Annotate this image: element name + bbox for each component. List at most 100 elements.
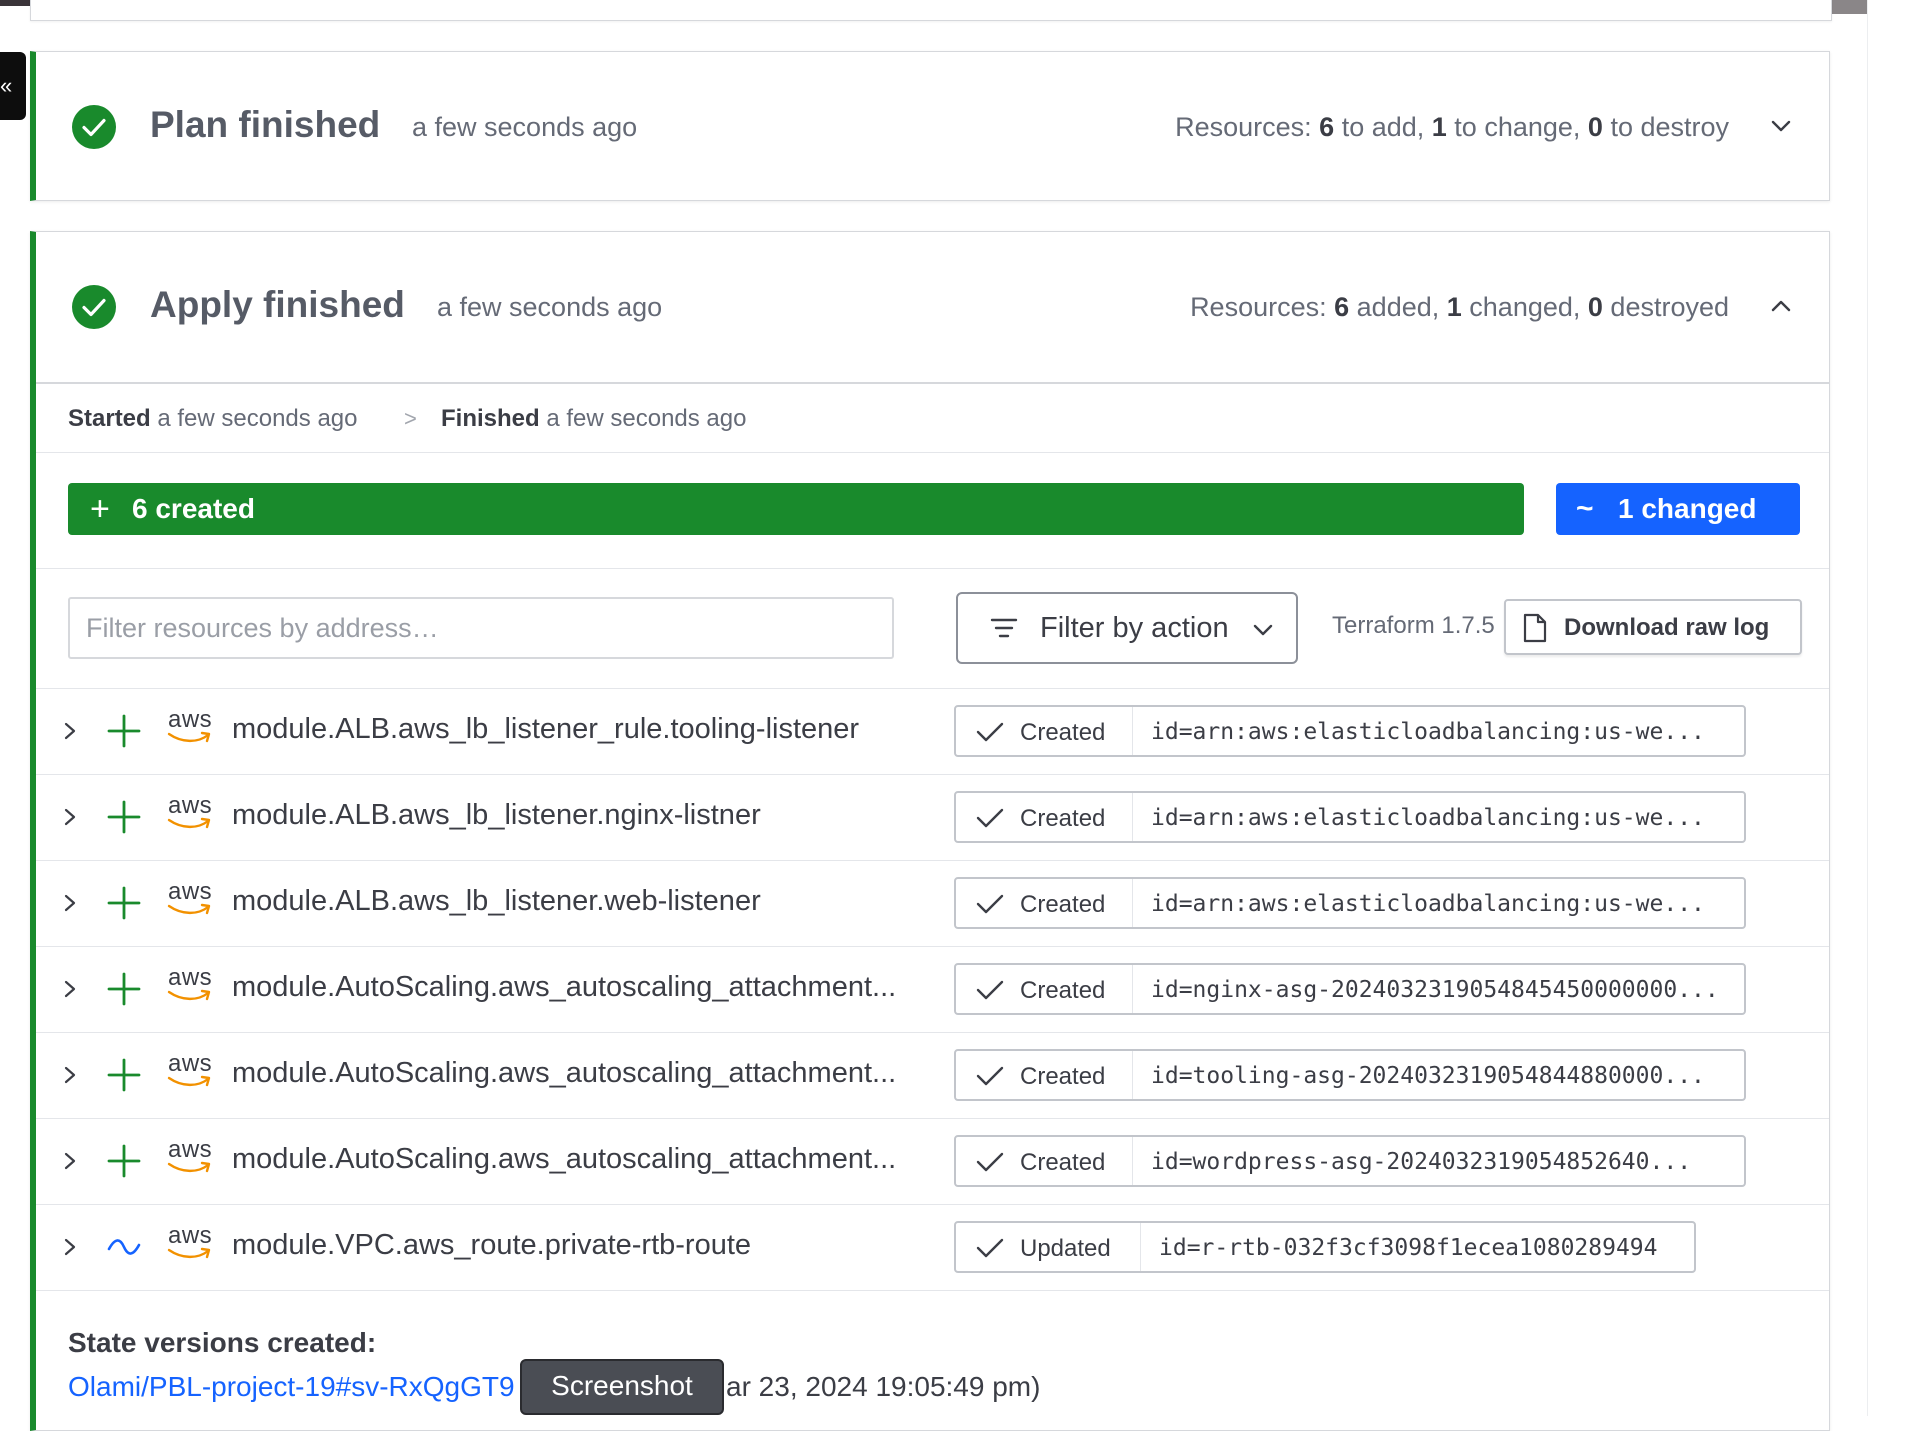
resource-row[interactable]: aws module.VPC.aws_route.private-rtb-rout… [36,1204,1829,1291]
aws-logo-icon: aws [166,792,216,838]
checkmark-icon [976,1152,1004,1172]
chevron-down-icon[interactable] [1769,114,1793,138]
chevron-right-icon[interactable] [60,893,80,913]
resource-status: Created id=arn:aws:elasticloadbalancing:u… [954,877,1746,929]
download-raw-log-label: Download raw log [1564,614,1770,641]
checkmark-icon [976,894,1004,914]
status-label: Updated [1020,1235,1111,1262]
plus-icon [107,1144,141,1178]
aws-logo-icon: aws [166,964,216,1010]
chevron-down-icon [1253,624,1273,636]
plus-icon [107,800,141,834]
resource-status: Created id=wordpress-asg-2024032319054852… [954,1135,1746,1187]
plus-icon: + [90,490,110,528]
resource-address: module.AutoScaling.aws_autoscaling_attac… [232,971,897,1003]
plus-icon [107,714,141,748]
filter-resources-input[interactable] [68,597,894,659]
plus-icon [107,972,141,1006]
resource-id: id=r-rtb-032f3cf3098f1ecea1080289494 [1159,1235,1658,1261]
plan-card: Plan finished a few seconds ago Resource… [30,51,1830,201]
plan-header[interactable]: Plan finished a few seconds ago Resource… [36,52,1829,202]
aws-logo-icon: aws [166,1222,216,1268]
chevron-right-icon[interactable] [60,721,80,741]
status-label: Created [1020,805,1106,832]
timeline-separator: > [404,406,417,431]
plan-time: a few seconds ago [412,112,638,142]
resource-id: id=wordpress-asg-2024032319054852640... [1151,1149,1692,1175]
screenshot-tooltip: Screenshot [520,1359,724,1415]
plus-icon [107,1058,141,1092]
resource-row[interactable]: aws module.AutoScaling.aws_autoscaling_at… [36,946,1829,1033]
apply-header[interactable]: Apply finished a few seconds ago Resourc… [36,232,1829,382]
chevron-right-icon[interactable] [60,979,80,999]
scrollbar[interactable] [1867,0,1908,1416]
status-label: Created [1020,977,1106,1004]
checkmark-icon [976,808,1004,828]
resource-address: module.ALB.aws_lb_listener.nginx-listner [232,799,761,831]
changed-count-label: 1 changed [1618,493,1757,524]
download-raw-log-button[interactable]: Download raw log [1504,599,1802,655]
created-filter-bar[interactable]: + 6 created [68,483,1524,535]
double-chevron-left-icon: « [0,73,13,98]
status-label: Created [1020,719,1106,746]
apply-card: Apply finished a few seconds ago Resourc… [30,231,1830,1431]
checkmark-icon [976,1066,1004,1086]
plus-icon [107,886,141,920]
aws-logo-icon: aws [166,878,216,924]
previous-card-edge [30,0,1832,21]
resource-row[interactable]: aws module.ALB.aws_lb_listener_rule.tooli… [36,688,1829,775]
status-label: Created [1020,1063,1106,1090]
check-circle-icon [72,285,116,329]
resource-row[interactable]: aws module.AutoScaling.aws_autoscaling_at… [36,1032,1829,1119]
created-count-label: 6 created [132,493,255,524]
resource-id: id=arn:aws:elasticloadbalancing:us-we... [1151,891,1705,917]
resource-id: id=tooling-asg-2024032319054844880000... [1151,1063,1705,1089]
chevron-up-icon[interactable] [1769,294,1793,318]
chevron-right-icon[interactable] [60,1237,80,1257]
plan-title: Plan finished [150,104,381,145]
filter-toolbar: Filter by action Terraform 1.7.5 Downloa… [36,568,1829,689]
status-label: Created [1020,891,1106,918]
apply-time: a few seconds ago [437,292,663,322]
resource-status: Created id=arn:aws:elasticloadbalancing:u… [954,791,1746,843]
state-version-link[interactable]: Olami/PBL-project-19#sv-RxQgGT9 [68,1371,515,1403]
sidebar-toggle-button[interactable]: « [0,52,26,120]
started-info: Started a few seconds ago [68,405,358,432]
tilde-icon [107,1239,141,1255]
resource-row[interactable]: aws module.AutoScaling.aws_autoscaling_at… [36,1118,1829,1205]
resource-row[interactable]: aws module.ALB.aws_lb_listener.web-listen… [36,860,1829,947]
apply-title: Apply finished [150,284,405,325]
file-icon [1523,613,1547,643]
resource-id: id=arn:aws:elasticloadbalancing:us-we... [1151,719,1705,745]
terraform-version: Terraform 1.7.5 [1332,612,1495,639]
resource-address: module.AutoScaling.aws_autoscaling_attac… [232,1057,897,1089]
resource-address: module.AutoScaling.aws_autoscaling_attac… [232,1143,897,1175]
aws-logo-icon: aws [166,1050,216,1096]
check-circle-icon [72,105,116,149]
chevron-right-icon[interactable] [60,1151,80,1171]
resource-row[interactable]: aws module.ALB.aws_lb_listener.nginx-list… [36,774,1829,861]
resource-status: Created id=tooling-asg-202403231905484488… [954,1049,1746,1101]
resource-address: module.ALB.aws_lb_listener.web-listener [232,885,761,917]
filter-by-action-dropdown[interactable]: Filter by action [956,592,1298,664]
resource-address: module.VPC.aws_route.private-rtb-route [232,1229,752,1261]
resource-status: Updated id=r-rtb-032f3cf3098f1ecea1080289… [954,1221,1696,1273]
state-versions-title: State versions created: [68,1327,377,1358]
checkmark-icon [976,980,1004,1000]
tilde-icon: ~ [1576,492,1594,525]
checkmark-icon [976,722,1004,742]
chevron-right-icon[interactable] [60,807,80,827]
finished-info: Finished a few seconds ago [441,405,747,432]
resource-status: Created id=nginx-asg-20240323190548454500… [954,963,1746,1015]
status-label: Created [1020,1149,1106,1176]
resource-address: module.ALB.aws_lb_listener_rule.tooling-… [232,713,860,745]
filter-by-action-label: Filter by action [1040,612,1229,644]
resource-status: Created id=arn:aws:elasticloadbalancing:u… [954,705,1746,757]
change-summary-bars: + 6 created ~ 1 changed [36,450,1829,569]
resource-id: id=arn:aws:elasticloadbalancing:us-we... [1151,805,1705,831]
resource-id: id=nginx-asg-2024032319054845450000000..… [1151,977,1719,1003]
chevron-right-icon[interactable] [60,1065,80,1085]
state-version-timestamp: ar 23, 2024 19:05:49 pm) [726,1371,1041,1402]
changed-filter-bar[interactable]: ~ 1 changed [1556,483,1800,535]
apply-timeline: Started a few seconds ago > Finished a f… [36,382,1829,453]
